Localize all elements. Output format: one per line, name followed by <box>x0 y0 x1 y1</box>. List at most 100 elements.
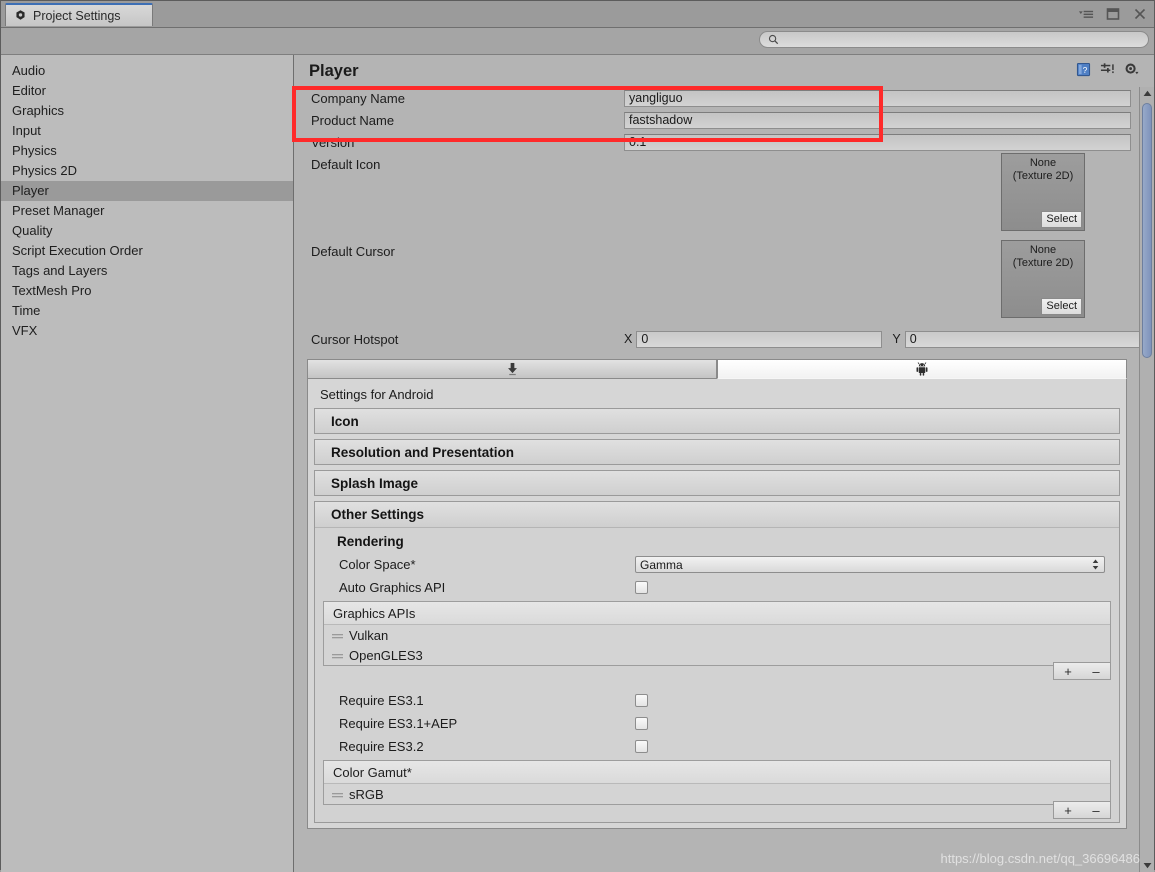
section-resolution-and-presentation[interactable]: Resolution and Presentation <box>314 439 1120 465</box>
label-cursor-hotspot: Cursor Hotspot <box>311 331 399 347</box>
checkbox-require-es31-aep[interactable] <box>635 717 648 730</box>
search-field[interactable] <box>759 31 1149 48</box>
input-hotspot-x[interactable]: 0 <box>636 330 883 348</box>
remove-graphics-api-button[interactable]: – <box>1082 663 1110 679</box>
sidebar-item-audio[interactable]: Audio <box>1 61 293 81</box>
scroll-up-arrow[interactable] <box>1140 87 1154 100</box>
value-company-name: yangliguo <box>629 91 683 105</box>
settings-gear-icon[interactable] <box>1124 62 1140 80</box>
checkbox-require-es32[interactable] <box>635 740 648 753</box>
pane-header: Player ? <box>294 55 1154 87</box>
list-item[interactable]: OpenGLES3 <box>324 645 1110 665</box>
graphics-api-label: OpenGLES3 <box>349 647 423 663</box>
property-row-version: Version 0.1 <box>294 131 1140 153</box>
section-icon[interactable]: Icon <box>314 408 1120 434</box>
graphics-apis-header: Graphics APIs <box>324 602 1110 625</box>
page-title: Player <box>309 61 359 80</box>
sidebar-item-physics[interactable]: Physics <box>1 141 293 161</box>
android-robot-icon <box>916 362 928 376</box>
row-color-space: Color Space* Gamma <box>315 553 1119 576</box>
section-other-settings: Other Settings Rendering Color Space* Ga… <box>314 501 1120 823</box>
project-settings-window: Project Settings Audio Editor Graphics I… <box>0 0 1155 872</box>
property-row-default-icon: Default Icon None (Texture 2D) Select <box>294 153 1140 240</box>
label-require-es31-aep: Require ES3.1+AEP <box>339 716 458 731</box>
input-version[interactable]: 0.1 <box>624 133 1131 151</box>
input-product-name[interactable]: fastshadow <box>624 111 1131 129</box>
sidebar-item-graphics[interactable]: Graphics <box>1 101 293 121</box>
svg-text:?: ? <box>1083 65 1088 75</box>
list-item[interactable]: sRGB <box>324 784 1110 804</box>
input-hotspot-y[interactable]: 0 <box>904 330 1140 348</box>
sidebar-item-time[interactable]: Time <box>1 301 293 321</box>
sidebar-item-quality[interactable]: Quality <box>1 221 293 241</box>
settings-scroll-content: Company Name yangliguo Product Name fast… <box>294 87 1140 872</box>
sidebar-item-vfx[interactable]: VFX <box>1 321 293 341</box>
value-product-name: fastshadow <box>629 113 693 127</box>
input-company-name[interactable]: yangliguo <box>624 89 1131 107</box>
content-split: Audio Editor Graphics Input Physics Phys… <box>1 55 1154 872</box>
checkbox-auto-graphics-api[interactable] <box>635 581 648 594</box>
settings-category-list: Audio Editor Graphics Input Physics Phys… <box>1 55 294 872</box>
platform-tab-standalone[interactable] <box>307 359 717 379</box>
sidebar-item-script-execution-order[interactable]: Script Execution Order <box>1 241 293 261</box>
drag-handle-icon[interactable] <box>332 648 343 663</box>
property-row-product-name: Product Name fastshadow <box>294 109 1140 131</box>
property-row-company-name: Company Name yangliguo <box>294 87 1140 109</box>
list-color-gamut: Color Gamut* sRGB <box>323 760 1111 805</box>
label-company-name: Company Name <box>311 90 405 106</box>
watermark-text: https://blog.csdn.net/qq_36696486 <box>940 851 1141 866</box>
sidebar-item-player[interactable]: Player <box>1 181 293 201</box>
tab-project-settings[interactable]: Project Settings <box>5 3 153 26</box>
vertical-scrollbar[interactable] <box>1139 87 1154 872</box>
remove-color-gamut-button[interactable]: – <box>1082 802 1110 818</box>
sidebar-item-editor[interactable]: Editor <box>1 81 293 101</box>
platform-settings-body: Settings for Android Icon Resolution and… <box>307 379 1127 829</box>
scroll-down-arrow[interactable] <box>1140 859 1154 872</box>
default-cursor-none: None <box>1029 244 1057 256</box>
default-cursor-type: (Texture 2D) <box>1012 257 1074 269</box>
maximize-icon[interactable] <box>1105 6 1121 22</box>
label-hotspot-y: Y <box>892 332 901 346</box>
value-hotspot-y: 0 <box>909 332 917 346</box>
label-version: Version <box>311 134 355 150</box>
row-require-es32: Require ES3.2 <box>315 735 1119 758</box>
add-color-gamut-button[interactable]: + <box>1054 802 1082 818</box>
menu-dropdown-icon[interactable] <box>1078 6 1094 22</box>
sidebar-item-physics-2d[interactable]: Physics 2D <box>1 161 293 181</box>
title-bar: Project Settings <box>1 1 1154 28</box>
default-icon-type: (Texture 2D) <box>1012 170 1074 182</box>
color-gamut-header: Color Gamut* <box>324 761 1110 784</box>
section-splash-image[interactable]: Splash Image <box>314 470 1120 496</box>
sidebar-item-preset-manager[interactable]: Preset Manager <box>1 201 293 221</box>
drag-handle-icon[interactable] <box>332 628 343 643</box>
sidebar-item-tags-and-layers[interactable]: Tags and Layers <box>1 261 293 281</box>
label-auto-graphics-api: Auto Graphics API <box>339 580 446 595</box>
pane-header-icons: ? <box>1076 62 1148 80</box>
platform-tab-android[interactable] <box>717 359 1127 379</box>
value-version: 0.1 <box>629 135 647 149</box>
label-default-icon: Default Icon <box>311 157 381 172</box>
search-input[interactable] <box>783 32 1140 47</box>
object-field-default-cursor[interactable]: None (Texture 2D) Select <box>1001 240 1085 318</box>
preset-sliders-icon[interactable] <box>1100 62 1115 80</box>
help-book-icon[interactable]: ? <box>1076 62 1091 80</box>
other-settings-header[interactable]: Other Settings <box>315 502 1119 528</box>
checkbox-require-es31[interactable] <box>635 694 648 707</box>
dropdown-color-space[interactable]: Gamma <box>635 556 1105 573</box>
add-graphics-api-button[interactable]: + <box>1054 663 1082 679</box>
close-icon[interactable] <box>1132 6 1148 22</box>
row-require-es31-aep: Require ES3.1+AEP <box>315 712 1119 735</box>
row-auto-graphics-api: Auto Graphics API <box>315 576 1119 599</box>
list-item[interactable]: Vulkan <box>324 625 1110 645</box>
default-icon-select-button[interactable]: Select <box>1041 211 1082 228</box>
object-field-default-icon[interactable]: None (Texture 2D) Select <box>1001 153 1085 231</box>
sidebar-item-textmesh-pro[interactable]: TextMesh Pro <box>1 281 293 301</box>
list-graphics-apis: Graphics APIs Vulkan OpenGLES3 <box>323 601 1111 666</box>
scrollbar-thumb[interactable] <box>1142 103 1152 358</box>
default-cursor-select-button[interactable]: Select <box>1041 298 1082 315</box>
sidebar-item-input[interactable]: Input <box>1 121 293 141</box>
drag-handle-icon[interactable] <box>332 787 343 802</box>
value-color-space: Gamma <box>640 557 683 572</box>
chevron-updown-icon <box>1092 559 1099 570</box>
label-color-space: Color Space* <box>339 557 416 572</box>
